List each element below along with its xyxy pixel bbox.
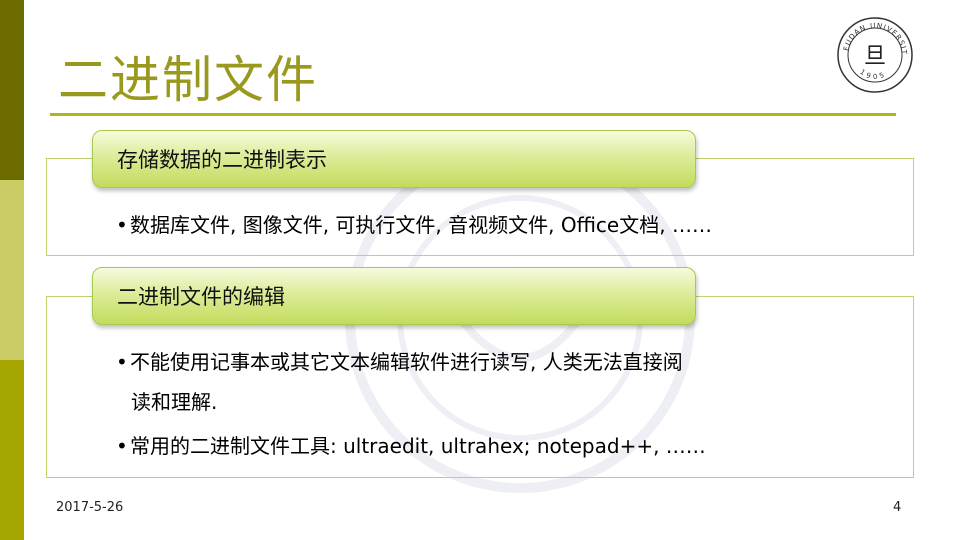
footer-date: 2017-5-26 <box>56 500 124 515</box>
bullet-icon: • <box>116 350 128 374</box>
title-divider <box>50 113 896 116</box>
page-number: 4 <box>893 500 902 515</box>
list-item: • 常用的二进制文件工具: ultraedit, ultrahex; notepa… <box>116 430 706 459</box>
page-title: 二进制文件 <box>58 51 318 109</box>
logo-glyph: 旦 <box>864 44 886 69</box>
side-bar-bottom <box>0 360 24 540</box>
list-item-text: 读和理解. <box>131 390 218 414</box>
list-item: • 数据库文件, 图像文件, 可执行文件, 音视频文件, Office文档, …… <box>116 209 712 238</box>
section-heading-2-label: 二进制文件的编辑 <box>117 285 285 309</box>
list-item-text: 数据库文件, 图像文件, 可执行文件, 音视频文件, Office文档, …… <box>130 213 712 237</box>
section-heading-2: 二进制文件的编辑 <box>92 267 696 325</box>
section-heading-1: 存储数据的二进制表示 <box>92 130 696 188</box>
bullet-icon: • <box>116 434 128 458</box>
list-item-text: 不能使用记事本或其它文本编辑软件进行读写, 人类无法直接阅 <box>130 350 683 374</box>
list-item-continuation: 读和理解. <box>131 386 217 415</box>
section-heading-1-label: 存储数据的二进制表示 <box>117 148 327 172</box>
side-bar-middle <box>0 180 24 360</box>
list-item-text: 常用的二进制文件工具: ultraedit, ultrahex; notepad… <box>130 434 706 458</box>
list-item: • 不能使用记事本或其它文本编辑软件进行读写, 人类无法直接阅 <box>116 346 683 375</box>
university-logo: FUDAN UNIVERSITY 1905 旦 <box>836 16 913 93</box>
bullet-icon: • <box>116 213 128 237</box>
side-bar-top <box>0 0 24 180</box>
